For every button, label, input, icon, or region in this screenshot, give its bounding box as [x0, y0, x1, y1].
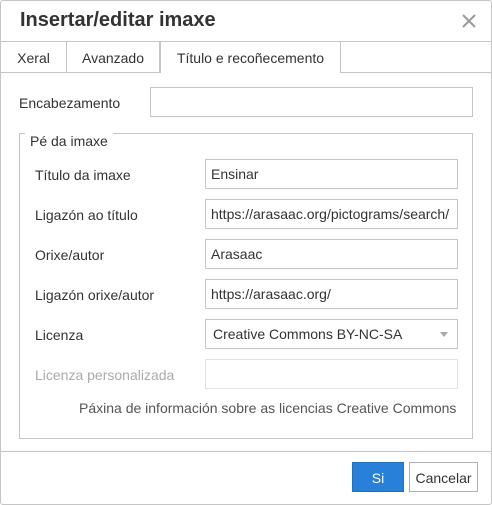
heading-input[interactable] [150, 87, 473, 117]
origin-label: Orixe/autor [35, 247, 105, 263]
image-dialog: Insertar/editar imaxe Xeral Avanzado Tít… [0, 0, 492, 505]
custom-license-input [205, 359, 458, 389]
license-select[interactable]: Creative Commons BY-NC-SA [205, 319, 458, 349]
close-icon[interactable] [457, 9, 481, 33]
title-link-input[interactable]: https://arasaac.org/pictograms/search/ [205, 199, 458, 229]
license-info-link[interactable]: Páxina de información sobre as licencias… [79, 400, 456, 416]
origin-link-label: Ligazón orixe/autor [35, 287, 155, 303]
tab-advanced[interactable]: Avanzado [67, 42, 160, 72]
origin-link-input[interactable]: https://arasaac.org/ [205, 279, 458, 309]
origin-input[interactable]: Arasaac [205, 239, 458, 269]
custom-license-label: Licenza personalizada [35, 367, 175, 383]
caption-legend: Pé da imaxe [25, 133, 113, 149]
tab-bar: Xeral Avanzado Título e recoñecemento [1, 42, 491, 73]
title-link-label: Ligazón ao título [35, 207, 138, 223]
image-title-label: Título da imaxe [35, 167, 131, 183]
cancel-button[interactable]: Cancelar [409, 462, 478, 492]
chevron-down-icon [440, 332, 448, 337]
ok-button[interactable]: Si [352, 462, 404, 492]
heading-label: Encabezamento [19, 95, 121, 111]
dialog-title: Insertar/editar imaxe [20, 9, 216, 31]
dialog-titlebar: Insertar/editar imaxe [1, 1, 491, 42]
dialog-footer: Si Cancelar [1, 451, 491, 505]
tab-title-and-credits[interactable]: Título e recoñecemento [160, 42, 341, 73]
tab-general[interactable]: Xeral [1, 42, 67, 72]
license-label: Licenza [35, 327, 84, 343]
image-title-input[interactable]: Ensinar [205, 159, 458, 189]
